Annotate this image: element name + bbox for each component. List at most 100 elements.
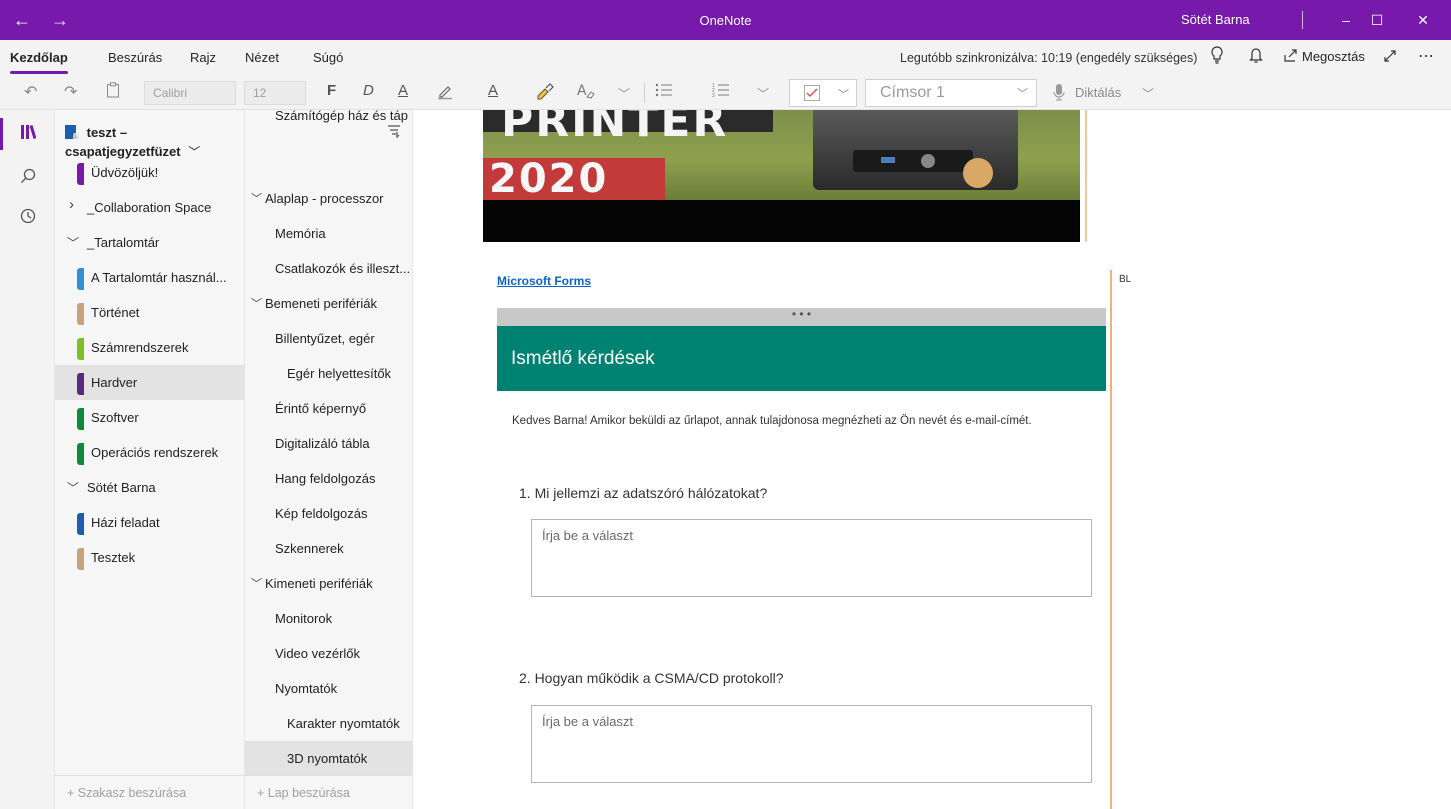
- recent-clock-icon[interactable]: [0, 208, 55, 229]
- section-item[interactable]: › _Collaboration Space: [55, 190, 245, 225]
- tag-dropdown[interactable]: ﹀: [789, 79, 857, 107]
- bold-button[interactable]: F: [327, 82, 336, 99]
- heading-style-select[interactable]: Címsor 1 ﹀: [865, 79, 1037, 107]
- sync-status[interactable]: Legutóbb szinkronizálva: 10:19 (engedély…: [900, 51, 1197, 65]
- answer-field-1[interactable]: Írja be a választ: [531, 519, 1092, 597]
- page-item[interactable]: Érintő képernyő: [245, 391, 413, 426]
- section-item[interactable]: Házi feladat: [55, 505, 245, 540]
- format-painter-icon[interactable]: [535, 82, 555, 105]
- page-label: Nyomtatók: [275, 681, 338, 696]
- numbered-list-icon[interactable]: 123: [712, 82, 730, 103]
- lightbulb-icon[interactable]: [1210, 46, 1224, 68]
- page-item[interactable]: Monitorok: [245, 601, 413, 636]
- page-label: Memória: [275, 226, 326, 241]
- page-label: Monitorok: [275, 611, 333, 626]
- page-item[interactable]: ﹀ Kimeneti perifériák: [245, 566, 413, 601]
- section-label: A Tartalomtár használ...: [91, 270, 227, 285]
- chevron-down-icon[interactable]: ﹀: [67, 234, 79, 251]
- style-chevron-icon: ﹀: [1017, 88, 1028, 100]
- font-name-field[interactable]: Calibri: [144, 81, 236, 105]
- section-label: Üdvözöljük!: [91, 165, 159, 180]
- highlighter-icon[interactable]: [436, 82, 454, 105]
- chevron-down-icon[interactable]: ﹀: [251, 295, 262, 311]
- section-item[interactable]: Szoftver: [55, 400, 245, 435]
- page-item[interactable]: Billentyűzet, egér: [245, 321, 413, 356]
- section-item[interactable]: Operációs rendszerek: [55, 435, 245, 470]
- section-item[interactable]: Számrendszerek: [55, 330, 245, 365]
- page-item[interactable]: Csatlakozók és illeszt...: [245, 251, 413, 286]
- italic-button[interactable]: D: [363, 82, 374, 99]
- section-item[interactable]: A Tartalomtár használ...: [55, 260, 245, 295]
- section-item[interactable]: Tesztek: [55, 540, 245, 575]
- redo-icon[interactable]: ↷: [64, 82, 77, 102]
- maximize-icon[interactable]: ☐: [1362, 8, 1392, 32]
- notebooks-icon[interactable]: [0, 124, 55, 145]
- page-item[interactable]: ﹀ Bemeneti perifériák: [245, 286, 413, 321]
- list-options-chevron-icon[interactable]: ﹀: [757, 85, 769, 102]
- forward-arrow-icon[interactable]: →: [48, 10, 72, 31]
- bullet-list-icon[interactable]: [655, 82, 673, 103]
- sort-pages-icon[interactable]: [387, 124, 401, 141]
- page-item[interactable]: Video vezérlők: [245, 636, 413, 671]
- page-item[interactable]: Szkennerek: [245, 531, 413, 566]
- tab-insert[interactable]: Beszúrás: [108, 50, 162, 65]
- section-item[interactable]: ﹀ _Tartalomtár: [55, 225, 245, 260]
- share-button[interactable]: Megosztás: [1302, 49, 1365, 64]
- add-page-button[interactable]: + Lap beszúrása: [245, 775, 413, 809]
- more-options-icon[interactable]: ⋯: [1418, 46, 1434, 66]
- section-item[interactable]: Hardver: [55, 365, 245, 400]
- undo-icon[interactable]: ↶: [24, 82, 37, 102]
- chevron-right-icon[interactable]: ›: [69, 196, 74, 213]
- note-canvas[interactable]: PRINTER 2020 Microsoft Forms BL • • • Is…: [413, 110, 1451, 809]
- page-item[interactable]: Digitalizáló tábla: [245, 426, 413, 461]
- user-name[interactable]: Sötét Barna: [1181, 12, 1250, 27]
- chevron-down-icon[interactable]: ﹀: [251, 575, 262, 591]
- page-label: 3D nyomtatók: [287, 751, 368, 766]
- expand-icon[interactable]: [1383, 49, 1397, 67]
- answer-field-2[interactable]: Írja be a választ: [531, 705, 1092, 783]
- section-item[interactable]: ﹀ Sötét Barna: [55, 470, 245, 505]
- font-size-field[interactable]: 12: [244, 81, 306, 105]
- close-icon[interactable]: ✕: [1408, 8, 1438, 32]
- page-item[interactable]: Hang feldolgozás: [245, 461, 413, 496]
- dictate-button[interactable]: Diktálás: [1075, 85, 1121, 100]
- page-item[interactable]: Egér helyettesítők: [245, 356, 413, 391]
- page-item[interactable]: Nyomtatók: [245, 671, 413, 706]
- page-label: Kimeneti perifériák: [265, 576, 373, 591]
- back-arrow-icon[interactable]: ←: [10, 10, 34, 31]
- form-drag-handle[interactable]: • • •: [497, 308, 1106, 326]
- font-color-button[interactable]: A: [488, 82, 498, 99]
- tab-view[interactable]: Nézet: [245, 50, 279, 65]
- chevron-down-icon[interactable]: ﹀: [251, 190, 262, 206]
- page-item[interactable]: Memória: [245, 216, 413, 251]
- section-item[interactable]: Üdvözöljük!: [55, 155, 245, 190]
- question-2: 2. Hogyan működik a CSMA/CD protokoll?: [519, 670, 784, 686]
- tab-draw[interactable]: Rajz: [190, 50, 216, 65]
- chevron-down-icon[interactable]: ﹀: [67, 479, 79, 496]
- section-color-tab: [77, 373, 84, 395]
- microsoft-forms-link[interactable]: Microsoft Forms: [497, 274, 591, 288]
- section-color-tab: [77, 443, 84, 465]
- page-item[interactable]: ﹀ Alaplap - processzor: [245, 181, 413, 216]
- clipboard-icon[interactable]: [106, 82, 120, 103]
- dictate-chevron-icon[interactable]: ﹀: [1142, 85, 1154, 102]
- tab-help[interactable]: Súgó: [313, 50, 343, 65]
- clear-formatting-icon[interactable]: A: [576, 82, 596, 105]
- page-item[interactable]: Karakter nyomtatók: [245, 706, 413, 741]
- bell-icon[interactable]: [1249, 46, 1263, 68]
- page-label: Alaplap - processzor: [265, 191, 384, 206]
- section-item[interactable]: Történet: [55, 295, 245, 330]
- microphone-icon[interactable]: [1053, 83, 1065, 106]
- minimize-icon[interactable]: –: [1331, 8, 1361, 32]
- tab-home[interactable]: Kezdőlap: [10, 50, 68, 74]
- page-item[interactable]: 3D nyomtatók: [245, 741, 413, 776]
- form-intro-text: Kedves Barna! Amikor beküldi az űrlapot,…: [512, 415, 1032, 427]
- share-icon[interactable]: [1283, 47, 1299, 67]
- section-label: Tesztek: [91, 550, 136, 565]
- underline-button[interactable]: A: [398, 82, 408, 99]
- page-item[interactable]: Kép feldolgozás: [245, 496, 413, 531]
- add-section-button[interactable]: + Szakasz beszúrása: [55, 775, 245, 809]
- chevron-down-icon[interactable]: ﹀: [618, 85, 630, 102]
- section-color-tab: [77, 408, 84, 430]
- search-icon[interactable]: [0, 168, 55, 189]
